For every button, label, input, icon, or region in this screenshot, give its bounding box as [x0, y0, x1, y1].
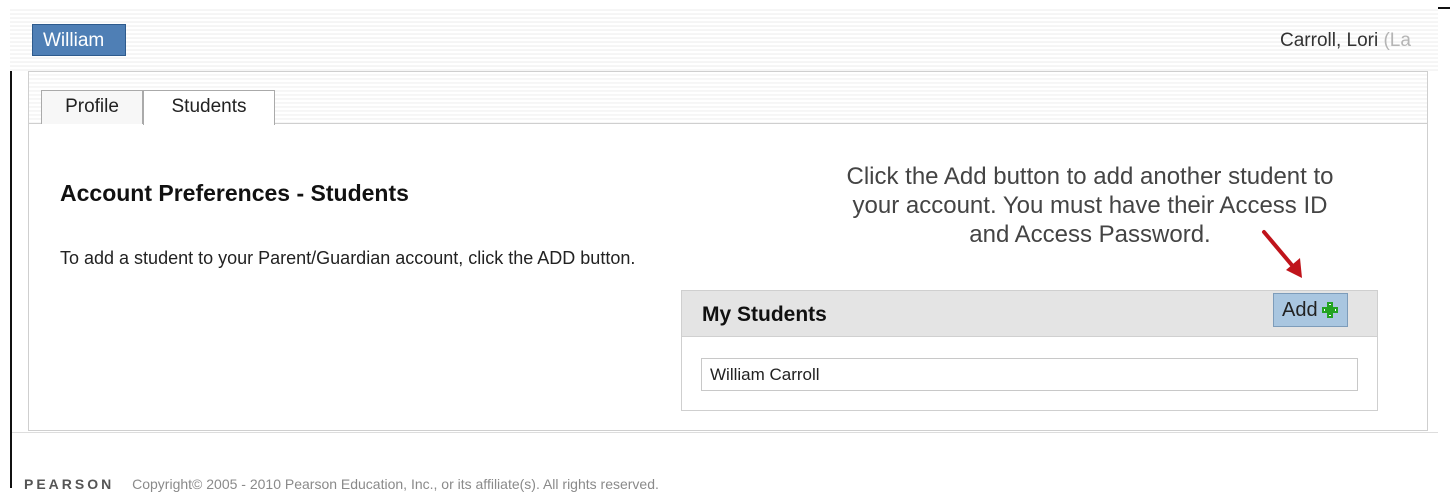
- copyright-text: Copyright© 2005 - 2010 Pearson Education…: [132, 476, 659, 492]
- callout-line-2: your account. You must have their Access…: [852, 192, 1328, 219]
- add-student-button[interactable]: Add: [1273, 293, 1348, 327]
- callout-line-1: Click the Add button to add another stud…: [846, 163, 1334, 190]
- top-bar: William Carroll, Lori (La: [10, 7, 1438, 71]
- student-list-item[interactable]: William Carroll: [701, 358, 1358, 391]
- plus-icon: [1322, 302, 1338, 318]
- pearson-logo: PEARSON: [24, 476, 115, 492]
- my-students-box: My Students Add William Carroll: [681, 290, 1378, 411]
- footer: PEARSON Copyright© 2005 - 2010 Pearson E…: [24, 476, 659, 492]
- red-arrow-icon: [1262, 230, 1302, 278]
- user-name-suffix: (La: [1383, 30, 1411, 51]
- instruction-text: To add a student to your Parent/Guardian…: [60, 248, 636, 268]
- add-button-label: Add: [1282, 299, 1318, 321]
- my-students-title: My Students: [702, 303, 827, 326]
- tab-students[interactable]: Students: [143, 90, 275, 125]
- student-selector-button[interactable]: William: [32, 24, 126, 56]
- page-title: Account Preferences - Students: [60, 180, 409, 206]
- user-name: Carroll, Lori (La: [1280, 30, 1411, 52]
- user-name-text: Carroll, Lori: [1280, 30, 1379, 51]
- footer-divider: [12, 432, 1438, 433]
- tab-strip: Profile Students: [29, 72, 1427, 125]
- tab-profile[interactable]: Profile: [41, 90, 143, 124]
- my-students-header: My Students Add: [682, 291, 1377, 337]
